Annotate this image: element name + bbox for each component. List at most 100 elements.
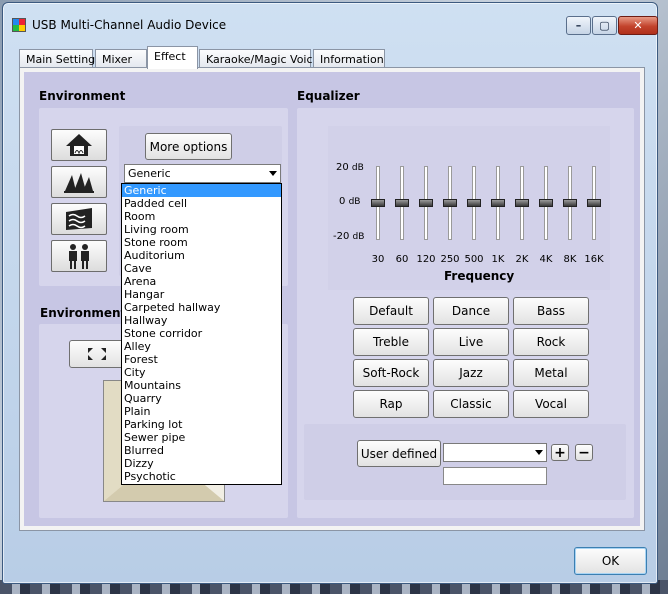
eq-slider[interactable] <box>587 166 601 240</box>
eq-slider[interactable] <box>563 166 577 240</box>
tab-mixer[interactable]: Mixer <box>95 49 147 68</box>
opera-house-icon <box>64 173 94 193</box>
env-option[interactable]: Carpeted hallway <box>122 301 281 314</box>
environment-select[interactable]: Generic <box>124 164 281 183</box>
env-option[interactable]: Padded cell <box>122 197 281 210</box>
eq-slider-thumb[interactable] <box>563 199 577 207</box>
env-option[interactable]: Sewer pipe <box>122 431 281 444</box>
eq-slider[interactable] <box>539 166 553 240</box>
add-preset-button[interactable]: + <box>551 444 569 461</box>
env-option[interactable]: Quarry <box>122 392 281 405</box>
eq-slider-thumb[interactable] <box>539 199 553 207</box>
env-preset-opera-button[interactable] <box>51 166 107 198</box>
db-unit: dB <box>348 197 361 207</box>
env-option[interactable]: Living room <box>122 223 281 236</box>
preset-vocal-button[interactable]: Vocal <box>513 390 589 418</box>
eq-slider-thumb[interactable] <box>371 199 385 207</box>
env-preset-house-button[interactable] <box>51 129 107 161</box>
env-option[interactable]: Mountains <box>122 379 281 392</box>
eq-slider[interactable] <box>419 166 433 240</box>
eq-slider-thumb[interactable] <box>515 199 529 207</box>
env-option[interactable]: Psychotic <box>122 470 281 483</box>
user-preset-select[interactable] <box>443 443 547 462</box>
env-option[interactable]: Stone room <box>122 236 281 249</box>
tab-main-setting[interactable]: Main Setting <box>19 49 95 68</box>
preset-dance-button[interactable]: Dance <box>433 297 509 325</box>
env-option[interactable]: City <box>122 366 281 379</box>
close-button[interactable]: ✕ <box>618 16 658 35</box>
tab-karaoke-magic-voice[interactable]: Karaoke/Magic Voice <box>199 49 319 68</box>
env-option[interactable]: Generic <box>122 184 281 197</box>
eq-slider[interactable] <box>371 166 385 240</box>
equalizer-heading: Equalizer <box>297 89 360 103</box>
remove-preset-button[interactable]: − <box>575 444 593 461</box>
band-label: 1K <box>491 254 505 265</box>
preset-classic-button[interactable]: Classic <box>433 390 509 418</box>
ok-button[interactable]: OK <box>574 547 647 575</box>
eq-slider[interactable] <box>467 166 481 240</box>
preset-bass-button[interactable]: Bass <box>513 297 589 325</box>
eq-slider-thumb[interactable] <box>419 199 433 207</box>
eq-slider[interactable] <box>443 166 457 240</box>
eq-slider-thumb[interactable] <box>491 199 505 207</box>
tab-information[interactable]: Information <box>313 49 385 68</box>
env-option[interactable]: Plain <box>122 405 281 418</box>
preset-name-input[interactable] <box>443 467 547 485</box>
env-option[interactable]: Room <box>122 210 281 223</box>
db-top-value: 20 <box>336 162 349 173</box>
band-label: 500 <box>464 254 484 265</box>
preset-default-button[interactable]: Default <box>353 297 429 325</box>
tab-effect[interactable]: Effect <box>147 46 198 69</box>
chevron-down-icon <box>269 171 277 176</box>
eq-slider-thumb[interactable] <box>395 199 409 207</box>
env-preset-people-button[interactable] <box>51 240 107 272</box>
user-defined-button[interactable]: User defined <box>357 440 441 467</box>
env-option[interactable]: Hallway <box>122 314 281 327</box>
db-bottom-label: -20 dB <box>333 231 364 242</box>
people-icon <box>69 244 89 269</box>
db-mid-label: 0 dB <box>339 196 360 207</box>
eq-slider-thumb[interactable] <box>467 199 481 207</box>
environment-select-value: Generic <box>128 167 171 180</box>
preset-live-button[interactable]: Live <box>433 328 509 356</box>
band-label: 8K <box>563 254 577 265</box>
env-option[interactable]: Alley <box>122 340 281 353</box>
band-label: 16K <box>584 254 604 265</box>
eq-slider-thumb[interactable] <box>587 199 601 207</box>
band-label: 2K <box>515 254 529 265</box>
environment-heading-2: Environment <box>40 306 127 320</box>
band-label: 4K <box>539 254 553 265</box>
env-option[interactable]: Cave <box>122 262 281 275</box>
band-label: 30 <box>371 254 385 265</box>
minimize-button[interactable]: – <box>566 16 591 35</box>
env-option[interactable]: Hangar <box>122 288 281 301</box>
preset-jazz-button[interactable]: Jazz <box>433 359 509 387</box>
preset-rock-button[interactable]: Rock <box>513 328 589 356</box>
band-label: 250 <box>440 254 460 265</box>
house-icon <box>66 134 92 156</box>
eq-slider[interactable] <box>395 166 409 240</box>
environment-heading: Environment <box>39 89 126 103</box>
preset-metal-button[interactable]: Metal <box>513 359 589 387</box>
title-bar[interactable]: USB Multi-Channel Audio Device – ▢ ✕ <box>3 3 658 37</box>
env-option[interactable]: Parking lot <box>122 418 281 431</box>
eq-slider[interactable] <box>491 166 505 240</box>
speaker-position-button[interactable] <box>69 340 125 368</box>
app-icon <box>12 18 26 32</box>
user-defined-box <box>304 424 626 500</box>
eq-slider[interactable] <box>515 166 529 240</box>
env-option[interactable]: Auditorium <box>122 249 281 262</box>
env-option[interactable]: Dizzy <box>122 457 281 470</box>
maximize-button[interactable]: ▢ <box>592 16 617 35</box>
env-option[interactable]: Stone corridor <box>122 327 281 340</box>
env-option[interactable]: Arena <box>122 275 281 288</box>
env-preset-water-button[interactable] <box>51 203 107 235</box>
env-option[interactable]: Blurred <box>122 444 281 457</box>
env-option[interactable]: Forest <box>122 353 281 366</box>
preset-rap-button[interactable]: Rap <box>353 390 429 418</box>
more-options-button[interactable]: More options <box>145 133 232 160</box>
preset-treble-button[interactable]: Treble <box>353 328 429 356</box>
eq-slider-thumb[interactable] <box>443 199 457 207</box>
preset-soft-rock-button[interactable]: Soft-Rock <box>353 359 429 387</box>
band-label: 60 <box>395 254 409 265</box>
